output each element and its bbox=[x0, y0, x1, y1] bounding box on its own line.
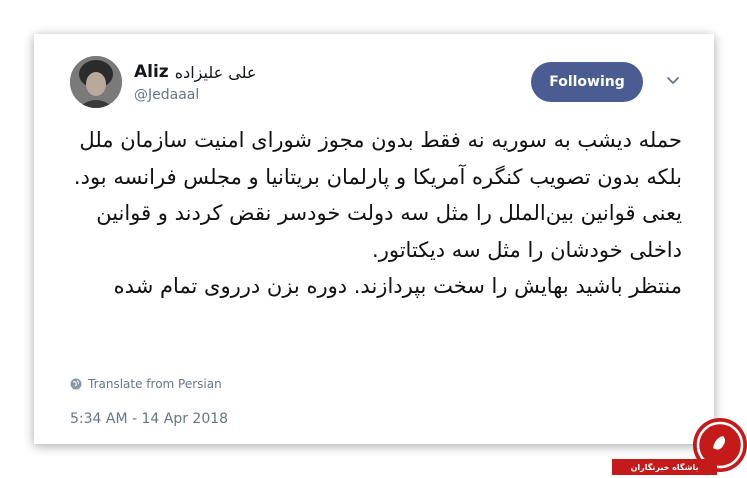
avatar-photo bbox=[70, 56, 122, 108]
translate-link[interactable]: Translate from Persian bbox=[70, 377, 222, 391]
tweet-paragraph-2: منتظر باشید بهایش را سخت بپردازند. دوره … bbox=[113, 274, 682, 298]
display-name[interactable]: Aliz علی علیزاده bbox=[134, 62, 256, 82]
user-handle[interactable]: @Jedaaal bbox=[134, 87, 199, 103]
translate-label[interactable]: Translate from Persian bbox=[88, 377, 222, 391]
display-name-latin[interactable]: Aliz bbox=[134, 62, 169, 82]
tweet-timestamp[interactable]: 5:34 AM - 14 Apr 2018 bbox=[70, 411, 228, 427]
tweet-paragraph-1: حمله دیشب به سوریه نه فقط بدون مجوز شورا… bbox=[73, 128, 682, 262]
chevron-down-icon[interactable] bbox=[664, 72, 682, 90]
globe-icon bbox=[70, 378, 82, 390]
tweet-text: حمله دیشب به سوریه نه فقط بدون مجوز شورا… bbox=[62, 122, 682, 305]
following-button[interactable]: Following bbox=[531, 62, 643, 102]
display-name-persian[interactable]: علی علیزاده bbox=[175, 63, 257, 82]
watermark-label: باشگاه خبرنگاران bbox=[612, 459, 717, 475]
avatar[interactable] bbox=[70, 56, 122, 108]
tweet-card: Aliz علی علیزاده @Jedaaal Following حمله… bbox=[34, 34, 714, 444]
